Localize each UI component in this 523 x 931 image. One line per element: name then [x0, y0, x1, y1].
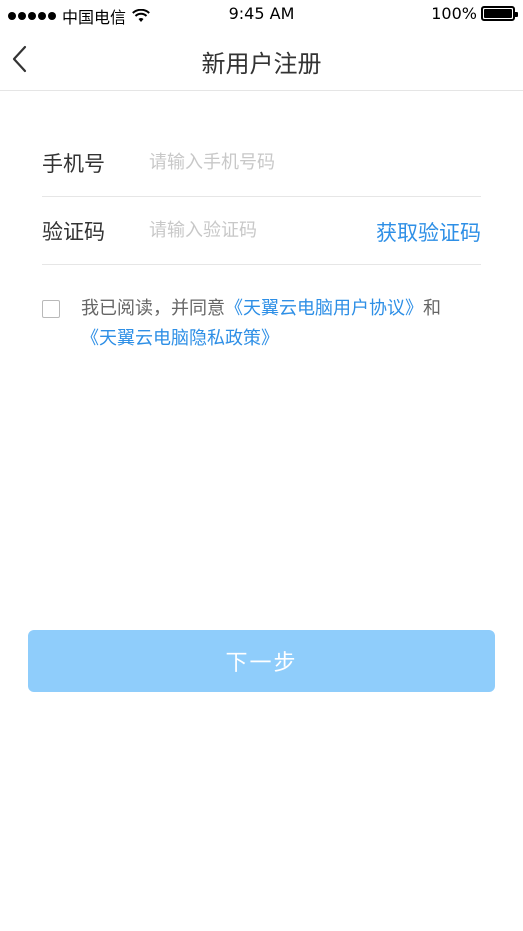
agreement-text: 我已阅读，并同意《天翼云电脑用户协议》和 — [81, 294, 483, 324]
privacy-policy-link[interactable]: 《天翼云电脑隐私政策》 — [81, 328, 279, 349]
phone-label: 手机号 — [42, 152, 105, 176]
nav-bar: 新用户注册 — [0, 28, 523, 91]
code-input[interactable] — [149, 214, 359, 246]
code-row: 验证码 获取验证码 — [42, 196, 481, 265]
agree-checkbox[interactable] — [42, 300, 60, 318]
next-button[interactable]: 下一步 — [28, 630, 495, 692]
battery-percent: 100% — [431, 4, 477, 23]
status-right: 100% — [431, 4, 518, 23]
phone-input[interactable] — [149, 146, 359, 178]
page-title: 新用户注册 — [201, 50, 322, 78]
agreement-conjunction: 和 — [423, 298, 441, 319]
code-label: 验证码 — [42, 220, 105, 244]
battery-icon — [481, 6, 518, 21]
status-bar: 中国电信 9:45 AM 100% — [0, 0, 523, 28]
agreement-prefix: 我已阅读，并同意 — [81, 298, 225, 319]
phone-row: 手机号 — [42, 128, 481, 197]
get-code-button[interactable]: 获取验证码 — [376, 217, 481, 247]
user-agreement-link[interactable]: 《天翼云电脑用户协议》 — [225, 298, 423, 319]
